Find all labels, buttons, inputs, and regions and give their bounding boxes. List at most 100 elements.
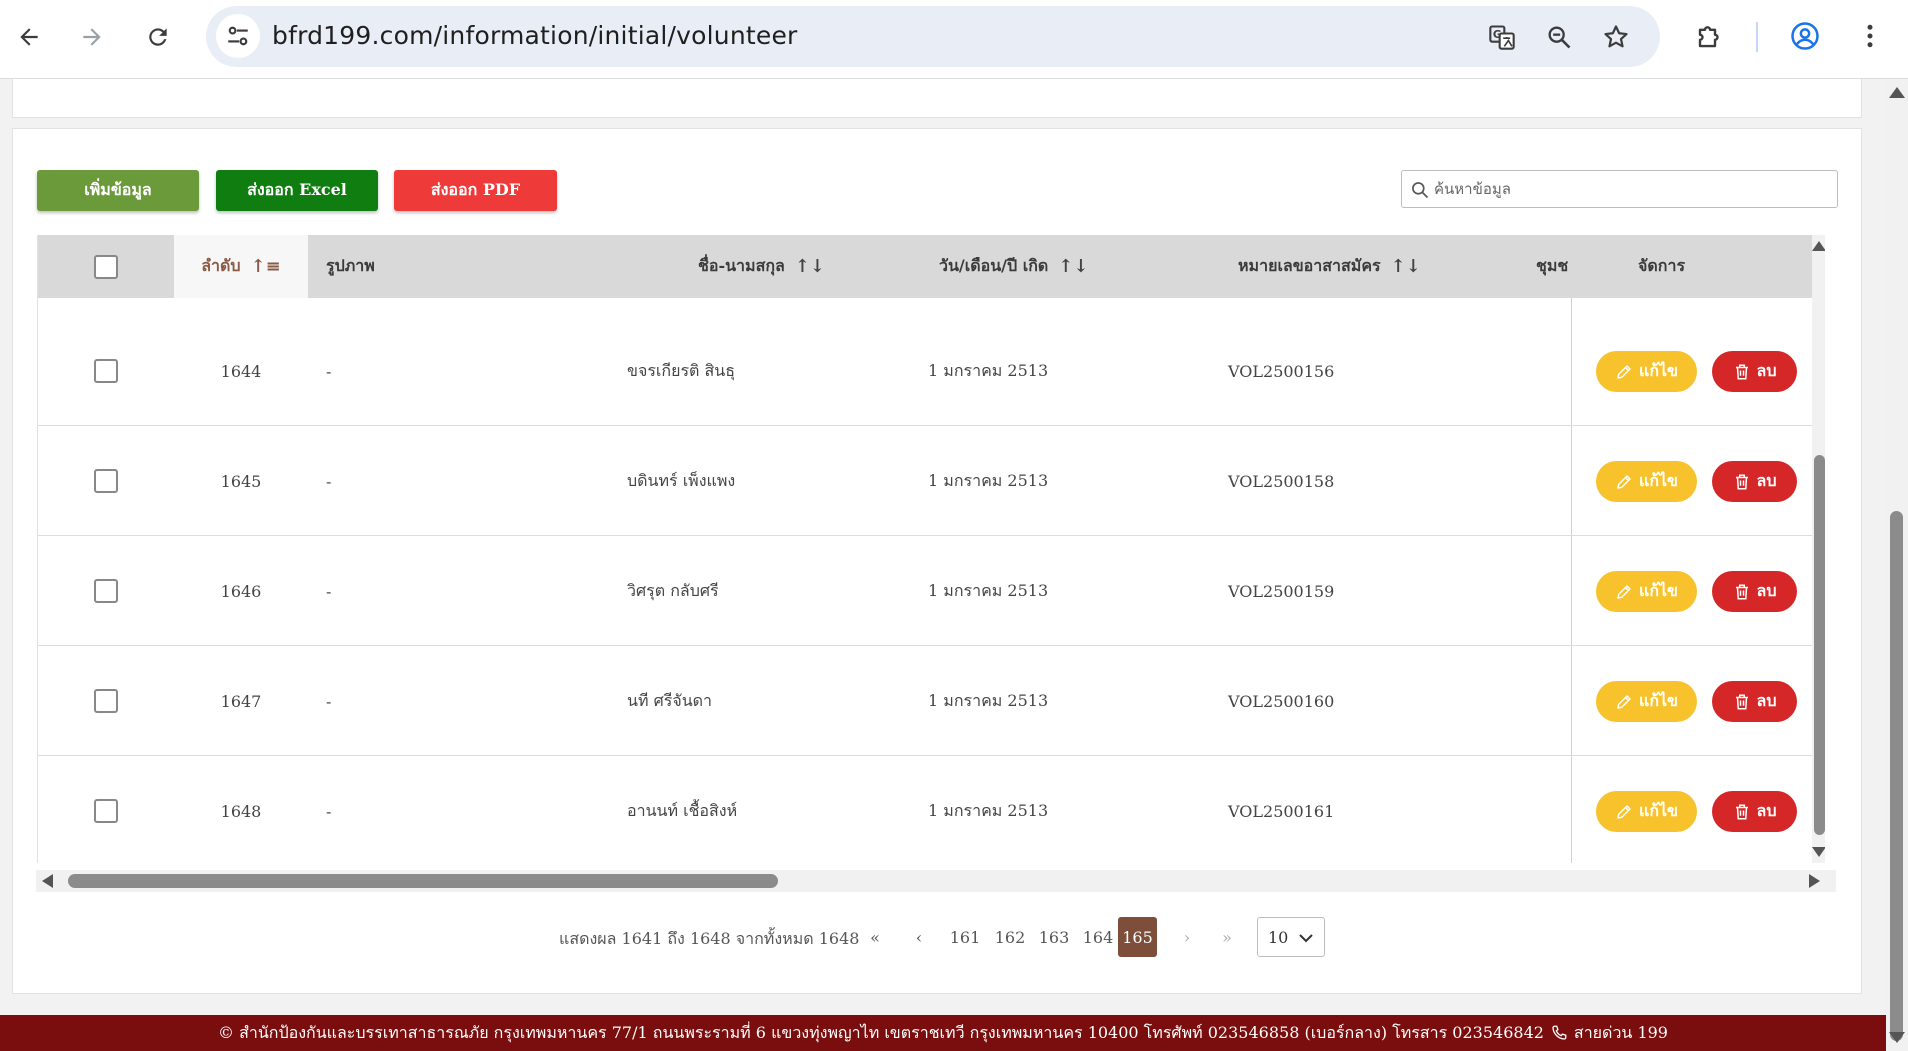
page-button-active[interactable]: 165 bbox=[1118, 917, 1157, 957]
delete-label: ลบ bbox=[1756, 471, 1777, 490]
page-footer: © สำนักป้องกันและบรรเทาสาธารณภัย กรุงเทพ… bbox=[0, 1015, 1886, 1051]
translate-button[interactable]: G bbox=[1485, 20, 1519, 54]
table-scroll-thumb[interactable] bbox=[1814, 455, 1825, 835]
row-checkbox[interactable] bbox=[94, 359, 118, 383]
delete-label: ลบ bbox=[1756, 361, 1777, 380]
header-birth[interactable]: วัน/เดือน/ปี เกิด ↑↓ bbox=[939, 235, 1139, 298]
page-button[interactable]: 164 bbox=[1078, 917, 1118, 957]
table-row: 1647 - นที ศรีจันดา 1 มกราคม 2513 VOL250… bbox=[38, 646, 1812, 756]
volunteer-table-card: เพิ่มข้อมูล ส่งออก Excel ส่งออก PDF ลำดั… bbox=[12, 128, 1862, 994]
reload-button[interactable] bbox=[135, 14, 181, 60]
first-page-button[interactable]: « bbox=[860, 917, 890, 957]
phone-icon bbox=[1552, 1025, 1567, 1040]
address-bar[interactable]: bfrd199.com/information/initial/voluntee… bbox=[206, 6, 1660, 67]
pencil-icon bbox=[1617, 804, 1631, 819]
sort-icon: ↑↓ bbox=[1058, 256, 1089, 277]
page-button[interactable]: 162 bbox=[990, 917, 1030, 957]
cell-name: วิศรุต กลับศรี bbox=[627, 580, 719, 600]
browser-toolbar: bfrd199.com/information/initial/voluntee… bbox=[0, 0, 1908, 79]
page-scrollbar[interactable] bbox=[1886, 79, 1908, 1051]
trash-icon bbox=[1735, 364, 1748, 379]
extensions-button[interactable] bbox=[1690, 16, 1730, 56]
scroll-down-icon[interactable] bbox=[1889, 1032, 1905, 1043]
header-birth-label: วัน/เดือน/ปี เกิด bbox=[939, 256, 1049, 275]
toolbar-divider bbox=[1756, 22, 1758, 52]
table-vertical-scrollbar[interactable] bbox=[1812, 235, 1825, 863]
delete-button[interactable]: ลบ bbox=[1712, 351, 1797, 392]
cell-name: อานนท์ เชื้อสิงห์ bbox=[627, 800, 738, 820]
profile-button[interactable] bbox=[1785, 16, 1825, 56]
export-excel-button[interactable]: ส่งออก Excel bbox=[216, 170, 378, 211]
star-icon bbox=[1604, 25, 1628, 48]
delete-button[interactable]: ลบ bbox=[1712, 461, 1797, 502]
row-checkbox[interactable] bbox=[94, 689, 118, 713]
page-button[interactable]: 163 bbox=[1034, 917, 1074, 957]
url-text[interactable]: bfrd199.com/information/initial/voluntee… bbox=[272, 21, 798, 50]
edit-button[interactable]: แก้ไข bbox=[1596, 351, 1697, 392]
horizontal-scroll-thumb[interactable] bbox=[68, 874, 778, 888]
header-volunteer-no[interactable]: หมายเลขอาสาสมัคร ↑↓ bbox=[1238, 235, 1468, 298]
next-page-button[interactable]: › bbox=[1172, 917, 1202, 957]
delete-label: ลบ bbox=[1756, 691, 1777, 710]
add-button[interactable]: เพิ่มข้อมูล bbox=[37, 170, 199, 211]
export-pdf-button[interactable]: ส่งออก PDF bbox=[394, 170, 557, 211]
search-icon bbox=[1412, 182, 1429, 199]
delete-button[interactable]: ลบ bbox=[1712, 681, 1797, 722]
sort-asc-icon: ↑≡ bbox=[250, 256, 281, 277]
scroll-down-icon[interactable] bbox=[1812, 847, 1825, 857]
table-header: ลำดับ ↑≡ รูปภาพ ชื่อ-นามสกุล ↑↓ วัน/เดือ… bbox=[38, 235, 1812, 298]
search-input[interactable] bbox=[1434, 171, 1832, 207]
puzzle-icon bbox=[1698, 26, 1719, 48]
arrow-left-icon bbox=[20, 28, 38, 46]
delete-button[interactable]: ลบ bbox=[1712, 571, 1797, 612]
scroll-right-icon[interactable] bbox=[1809, 874, 1820, 888]
double-chevron-left-icon: « bbox=[870, 927, 880, 947]
edit-button[interactable]: แก้ไข bbox=[1596, 791, 1697, 832]
edit-label: แก้ไข bbox=[1639, 471, 1678, 490]
header-actions: จัดการ bbox=[1638, 235, 1758, 298]
zoom-button[interactable] bbox=[1542, 20, 1576, 54]
cell-photo: - bbox=[326, 361, 332, 381]
pencil-icon bbox=[1617, 474, 1631, 489]
cell-photo: - bbox=[326, 581, 332, 601]
header-name-label: ชื่อ-นามสกุล bbox=[698, 256, 785, 275]
delete-button[interactable]: ลบ bbox=[1712, 791, 1797, 832]
site-info-button[interactable] bbox=[216, 14, 260, 58]
page-scroll-thumb[interactable] bbox=[1890, 511, 1903, 1041]
search-field[interactable] bbox=[1401, 170, 1838, 208]
page-size-value: 10 bbox=[1268, 927, 1289, 947]
edit-button[interactable]: แก้ไข bbox=[1596, 681, 1697, 722]
forward-button[interactable] bbox=[69, 14, 115, 60]
header-order[interactable]: ลำดับ ↑≡ bbox=[174, 235, 308, 298]
page-button[interactable]: 161 bbox=[945, 917, 985, 957]
cell-birth: 1 มกราคม 2513 bbox=[928, 470, 1049, 490]
row-checkbox[interactable] bbox=[94, 579, 118, 603]
last-page-button[interactable]: » bbox=[1212, 917, 1242, 957]
row-checkbox[interactable] bbox=[94, 469, 118, 493]
footer-text: © สำนักป้องกันและบรรเทาสาธารณภัย กรุงเทพ… bbox=[218, 1022, 1544, 1042]
kebab-icon bbox=[1867, 24, 1873, 48]
prev-page-button[interactable]: ‹ bbox=[904, 917, 934, 957]
cell-birth: 1 มกราคม 2513 bbox=[928, 800, 1049, 820]
edit-button[interactable]: แก้ไข bbox=[1596, 461, 1697, 502]
scroll-up-icon[interactable] bbox=[1812, 241, 1825, 251]
cell-volunteer-no: VOL2500161 bbox=[1228, 801, 1335, 821]
page-size-select[interactable]: 10 bbox=[1257, 917, 1325, 957]
delete-label: ลบ bbox=[1756, 801, 1777, 820]
header-name[interactable]: ชื่อ-นามสกุล ↑↓ bbox=[698, 235, 898, 298]
table-horizontal-scrollbar[interactable] bbox=[36, 870, 1836, 892]
select-all-checkbox[interactable] bbox=[94, 254, 118, 279]
trash-icon bbox=[1735, 474, 1748, 489]
bookmark-button[interactable] bbox=[1599, 20, 1633, 54]
header-volunteer-no-label: หมายเลขอาสาสมัคร bbox=[1238, 256, 1381, 275]
browser-menu-button[interactable] bbox=[1850, 16, 1890, 56]
row-checkbox[interactable] bbox=[94, 799, 118, 823]
cell-volunteer-no: VOL2500158 bbox=[1228, 471, 1335, 491]
edit-label: แก้ไข bbox=[1639, 361, 1678, 380]
scroll-left-icon[interactable] bbox=[42, 874, 53, 888]
table-row: 1646 - วิศรุต กลับศรี 1 มกราคม 2513 VOL2… bbox=[38, 536, 1812, 646]
scroll-up-icon[interactable] bbox=[1889, 87, 1905, 98]
edit-button[interactable]: แก้ไข bbox=[1596, 571, 1697, 612]
back-button[interactable] bbox=[6, 14, 52, 60]
trash-icon bbox=[1735, 584, 1748, 599]
